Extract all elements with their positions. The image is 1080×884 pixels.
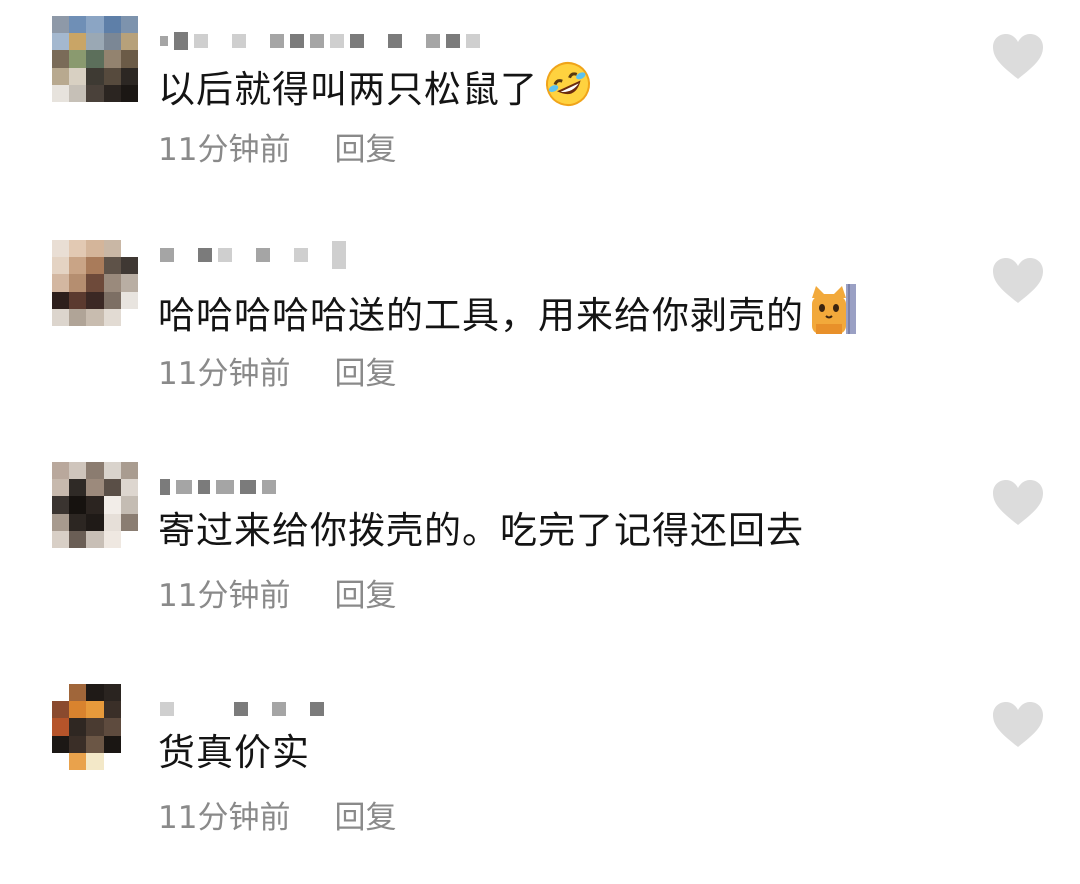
comment-item: 哈哈哈哈哈送的工具，用来给你剥壳的 11分钟前 回复: [0, 240, 1080, 440]
heart-icon[interactable]: [991, 257, 1045, 305]
comment-item: 寄过来给你拨壳的。吃完了记得还回去 11分钟前 回复: [0, 462, 1080, 662]
comment-item: 货真价实 11分钟前 回复: [0, 684, 1080, 884]
comment-meta: 11分钟前 回复: [158, 798, 396, 838]
rolling-on-floor-laughing-emoji-icon: [544, 60, 592, 121]
comment-list: 以后就得叫两只松鼠了 11分钟前 回复 哈哈哈哈哈送的工具，用来给你剥壳的 11…: [0, 0, 1080, 862]
reply-button[interactable]: 回复: [334, 578, 396, 614]
peeking-cat-emoji-icon: [810, 284, 856, 347]
comment-item: 以后就得叫两只松鼠了 11分钟前 回复: [0, 16, 1080, 216]
comment-text-content: 寄过来给你拨壳的。吃完了记得还回去: [158, 509, 804, 552]
username-pixelated[interactable]: [160, 478, 276, 496]
comment-timestamp: 11分钟前: [158, 578, 291, 614]
comment-text-content: 以后就得叫两只松鼠了: [158, 68, 538, 111]
heart-icon[interactable]: [991, 33, 1045, 81]
reply-button[interactable]: 回复: [334, 356, 396, 392]
avatar[interactable]: [52, 16, 138, 102]
username-pixelated[interactable]: [160, 700, 324, 718]
comment-meta: 11分钟前 回复: [158, 130, 396, 170]
comment-timestamp: 11分钟前: [158, 800, 291, 836]
comment-text: 寄过来给你拨壳的。吃完了记得还回去: [158, 506, 804, 556]
avatar[interactable]: [52, 462, 138, 548]
reply-button[interactable]: 回复: [334, 800, 396, 836]
reply-button[interactable]: 回复: [334, 132, 396, 168]
comment-text: 哈哈哈哈哈送的工具，用来给你剥壳的: [158, 284, 856, 347]
heart-icon[interactable]: [991, 479, 1045, 527]
comment-meta: 11分钟前 回复: [158, 354, 396, 394]
comment-text-content: 哈哈哈哈哈送的工具，用来给你剥壳的: [158, 294, 804, 337]
avatar[interactable]: [52, 240, 138, 326]
comment-timestamp: 11分钟前: [158, 356, 291, 392]
comment-text: 货真价实: [158, 728, 310, 778]
comment-timestamp: 11分钟前: [158, 132, 291, 168]
comment-meta: 11分钟前 回复: [158, 576, 396, 616]
comment-text: 以后就得叫两只松鼠了: [158, 60, 592, 121]
heart-icon[interactable]: [991, 701, 1045, 749]
username-pixelated[interactable]: [160, 241, 346, 269]
username-pixelated[interactable]: [160, 32, 480, 50]
avatar[interactable]: [52, 684, 138, 770]
comment-text-content: 货真价实: [158, 731, 310, 774]
